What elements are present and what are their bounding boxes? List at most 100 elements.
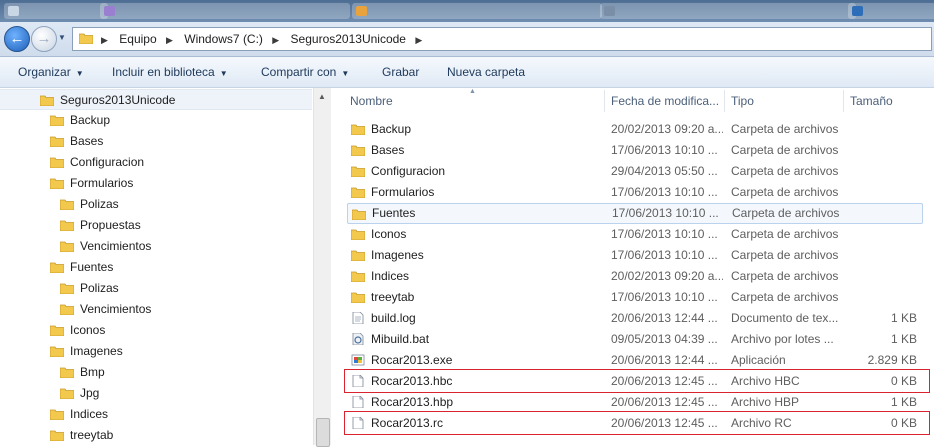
file-type: Carpeta de archivos <box>731 185 839 199</box>
file-row[interactable]: Bases 17/06/2013 10:10 ... Carpeta de arch… <box>347 140 921 161</box>
file-name: Rocar2013.exe <box>371 353 453 367</box>
chevron-right-icon[interactable]: ▶ <box>272 35 279 45</box>
tree-item[interactable]: Bmp <box>60 362 105 383</box>
file-row[interactable]: Rocar2013.exe 20/06/2013 12:44 ... Aplicac… <box>347 350 921 371</box>
column-header-name[interactable]: Nombre <box>350 88 393 114</box>
column-divider[interactable] <box>843 90 844 112</box>
tree-item[interactable]: Formularios <box>50 173 133 194</box>
file-row[interactable]: Fuentes 17/06/2013 10:10 ... Carpeta de ar… <box>347 203 923 224</box>
tree-item-label: Jpg <box>80 386 100 400</box>
tree-item[interactable]: Bases <box>50 131 103 152</box>
file-row[interactable]: Iconos 17/06/2013 10:10 ... Carpeta de arc… <box>347 224 921 245</box>
folder-icon <box>50 157 64 168</box>
file-type: Carpeta de archivos <box>732 206 840 220</box>
file-name: Imagenes <box>371 248 424 262</box>
taskbar-button[interactable] <box>848 3 934 19</box>
column-divider[interactable] <box>604 90 605 112</box>
forward-button[interactable]: → <box>31 26 57 52</box>
chevron-right-icon[interactable]: ▶ <box>166 35 173 45</box>
address-bar[interactable]: ▶ Equipo ▶ Windows7 (C:) ▶ Seguros2013Un… <box>72 27 932 51</box>
file-row[interactable]: Mibuild.bat 09/05/2013 04:39 ... Archivo p… <box>347 329 921 350</box>
breadcrumb-item[interactable]: Windows7 (C:) <box>184 32 263 46</box>
file-row[interactable]: Formularios 17/06/2013 10:10 ... Carpeta d… <box>347 182 921 203</box>
folder-icon <box>50 136 64 147</box>
tree-item[interactable]: Vencimientos <box>60 236 151 257</box>
file-type: Carpeta de archivos <box>731 269 839 283</box>
column-header-size[interactable]: Tamaño <box>850 88 893 114</box>
chevron-down-icon: ▼ <box>58 33 66 42</box>
taskbar-button[interactable] <box>352 3 602 19</box>
column-divider[interactable] <box>724 90 725 112</box>
tree-item[interactable]: Configuracion <box>50 152 144 173</box>
tree-item-label: Vencimientos <box>80 302 152 316</box>
new-folder-button[interactable]: Nueva carpeta <box>447 57 525 87</box>
file-type: Carpeta de archivos <box>731 227 839 241</box>
breadcrumb-item[interactable]: Seguros2013Unicode <box>291 32 406 46</box>
column-header-date[interactable]: Fecha de modifica... <box>611 88 719 114</box>
share-button[interactable]: Compartir con ▼ <box>261 57 349 87</box>
file-type: Carpeta de archivos <box>731 122 839 136</box>
chevron-right-icon[interactable]: ▶ <box>415 35 422 45</box>
include-library-button[interactable]: Incluir en biblioteca ▼ <box>112 57 228 87</box>
tree-item[interactable]: Iconos <box>50 320 105 341</box>
navigation-scrollbar[interactable]: ▲ <box>313 88 331 447</box>
command-toolbar: Organizar ▼ Incluir en biblioteca ▼ Compar… <box>0 57 934 88</box>
tree-item[interactable]: Vencimientos <box>60 299 151 320</box>
organize-button[interactable]: Organizar ▼ <box>18 57 84 87</box>
file-name: Bases <box>371 143 405 157</box>
folder-icon <box>352 209 366 220</box>
folder-icon <box>351 250 365 261</box>
folder-icon <box>351 124 365 135</box>
file-row[interactable]: treeytab 17/06/2013 10:10 ... Carpeta de a… <box>347 287 921 308</box>
tree-item[interactable]: Backup <box>50 110 110 131</box>
file-row[interactable]: Configuracion 29/04/2013 05:50 ... Carpeta… <box>347 161 921 182</box>
file-date: 20/02/2013 09:20 a... <box>611 269 723 283</box>
recent-pages-button[interactable]: ▼ <box>58 33 68 43</box>
file-date: 29/04/2013 05:50 ... <box>611 164 718 178</box>
folder-icon <box>351 187 365 198</box>
chevron-right-icon[interactable]: ▶ <box>101 35 108 45</box>
file-date: 17/06/2013 10:10 ... <box>612 206 719 220</box>
tree-item[interactable]: Polizas <box>60 194 119 215</box>
highlight-box <box>344 369 930 393</box>
scrollbar-thumb[interactable] <box>316 418 330 447</box>
sort-ascending-icon: ▲ <box>469 88 476 95</box>
taskbar-button[interactable] <box>600 3 856 19</box>
file-row[interactable]: Backup 20/02/2013 09:20 a... Carpeta de ar… <box>347 119 921 140</box>
breadcrumb: ▶ Equipo ▶ Windows7 (C:) ▶ Seguros2013Un… <box>101 28 430 50</box>
text-file-icon <box>352 312 364 324</box>
file-size: 1 KB <box>890 395 917 409</box>
tree-item[interactable]: Propuestas <box>60 215 141 236</box>
taskbar-strip <box>0 0 934 22</box>
tree-item[interactable]: Fuentes <box>50 257 113 278</box>
tree-item[interactable]: Jpg <box>60 383 99 404</box>
tree-item[interactable]: Indices <box>50 404 108 425</box>
tree-item-label: Vencimientos <box>80 239 152 253</box>
folder-icon <box>50 346 64 357</box>
taskbar-button[interactable] <box>100 3 350 19</box>
scroll-up-icon[interactable]: ▲ <box>318 92 326 101</box>
file-row[interactable]: Rocar2013.hbp 20/06/2013 12:45 ... Archivo… <box>347 392 921 413</box>
file-row[interactable]: Imagenes 17/06/2013 10:10 ... Carpeta de a… <box>347 245 921 266</box>
breadcrumb-item[interactable]: Equipo <box>119 32 156 46</box>
tree-item-root[interactable]: Seguros2013Unicode <box>0 89 312 110</box>
arrow-left-icon: ← <box>9 30 25 47</box>
file-name: Iconos <box>371 227 407 241</box>
file-row[interactable]: Indices 20/02/2013 09:20 a... Carpeta de a… <box>347 266 921 287</box>
tree-item[interactable]: Imagenes <box>50 341 123 362</box>
taskbar-button[interactable] <box>4 3 108 19</box>
column-header-label: Tipo <box>731 94 754 108</box>
file-name: Mibuild.bat <box>371 332 430 346</box>
tree-item[interactable]: treeytab <box>50 425 113 445</box>
file-name: Indices <box>371 269 410 283</box>
tree-item-label: Configuracion <box>70 155 145 169</box>
tree-item-label: Indices <box>70 407 109 421</box>
folder-icon <box>60 304 74 315</box>
tree-item[interactable]: Polizas <box>60 278 119 299</box>
app-icon <box>104 6 115 16</box>
folder-icon <box>60 241 74 252</box>
back-button[interactable]: ← <box>4 26 30 52</box>
file-row[interactable]: build.log 20/06/2013 12:44 ... Documento d… <box>347 308 921 329</box>
column-header-type[interactable]: Tipo <box>731 88 754 114</box>
burn-button[interactable]: Grabar <box>382 57 419 87</box>
